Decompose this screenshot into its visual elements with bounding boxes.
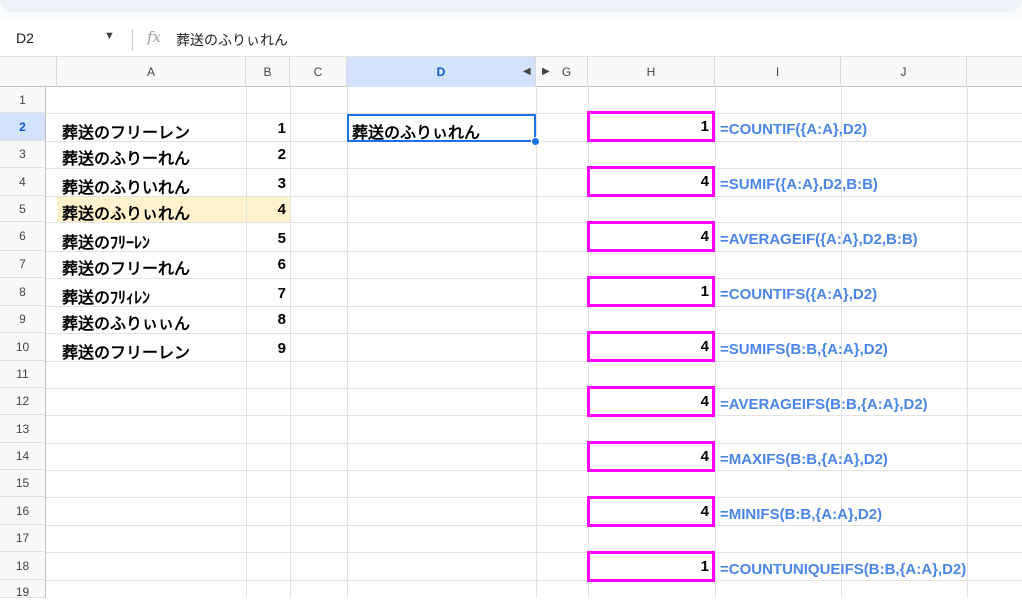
column-header-h[interactable]: H bbox=[588, 57, 715, 87]
row-header-16[interactable]: 16 bbox=[0, 497, 46, 525]
result-cell-h14[interactable]: 4 bbox=[587, 441, 715, 472]
cell-a9[interactable]: 葬送のふりぃぃん bbox=[62, 310, 190, 334]
row-header-1[interactable]: 1 bbox=[0, 87, 46, 113]
formula-label-8[interactable]: =MINIFS(B:B,{A:A},D2) bbox=[720, 506, 882, 523]
formula-input[interactable]: 葬送のふりぃれん bbox=[176, 30, 288, 50]
formula-label-6[interactable]: =AVERAGEIFS(B:B,{A:A},D2) bbox=[720, 396, 928, 413]
grid-hline bbox=[46, 306, 1022, 307]
cell-b6[interactable]: 5 bbox=[246, 230, 286, 247]
name-box[interactable]: D2 bbox=[16, 30, 34, 46]
grid-hline bbox=[46, 497, 1022, 498]
collapse-left-icon[interactable]: ◀ bbox=[523, 66, 531, 77]
cell-a10[interactable]: 葬送のフリーレン bbox=[62, 339, 190, 363]
grid-hline bbox=[46, 361, 1022, 362]
formula-label-2[interactable]: =SUMIF({A:A},D2,B:B) bbox=[720, 176, 878, 193]
row-header-2[interactable]: 2 bbox=[0, 113, 46, 141]
fx-icon: fx bbox=[147, 28, 162, 46]
grid-hline bbox=[46, 278, 1022, 279]
cell-a5[interactable]: 葬送のふりぃれん bbox=[62, 200, 190, 224]
result-cell-h4[interactable]: 4 bbox=[587, 166, 715, 197]
result-cell-h18[interactable]: 1 bbox=[587, 551, 715, 582]
cell-b8[interactable]: 7 bbox=[246, 285, 286, 302]
cell-a7[interactable]: 葬送のフリーれん bbox=[62, 255, 190, 279]
result-cell-h2[interactable]: 1 bbox=[587, 111, 715, 142]
column-header-c[interactable]: C bbox=[290, 57, 347, 87]
column-header-i[interactable]: I bbox=[715, 57, 841, 87]
row-header-4[interactable]: 4 bbox=[0, 168, 46, 196]
column-header-b[interactable]: B bbox=[246, 57, 290, 87]
grid-hline bbox=[46, 333, 1022, 334]
grid-hline bbox=[46, 552, 1022, 553]
cell-b5[interactable]: 4 bbox=[246, 201, 286, 218]
row-header-15[interactable]: 15 bbox=[0, 470, 46, 497]
name-box-dropdown-icon[interactable]: ▼ bbox=[104, 30, 115, 42]
grid-hline bbox=[46, 580, 1022, 581]
cell-a3[interactable]: 葬送のふりーれん bbox=[62, 145, 190, 169]
select-all-corner[interactable] bbox=[0, 57, 57, 87]
grid-hline bbox=[46, 443, 1022, 444]
result-cell-h16[interactable]: 4 bbox=[587, 496, 715, 527]
cell-b3[interactable]: 2 bbox=[246, 146, 286, 163]
row-header-10[interactable]: 10 bbox=[0, 333, 46, 361]
row-header-17[interactable]: 17 bbox=[0, 525, 46, 552]
toolbar-edge bbox=[0, 0, 1022, 12]
grid-hline bbox=[46, 388, 1022, 389]
row-header-13[interactable]: 13 bbox=[0, 415, 46, 443]
formula-label-7[interactable]: =MAXIFS(B:B,{A:A},D2) bbox=[720, 451, 888, 468]
cell-a4[interactable]: 葬送のふりいれん bbox=[62, 174, 190, 198]
result-cell-h12[interactable]: 4 bbox=[587, 386, 715, 417]
column-headers: A B C D G H I J bbox=[0, 57, 1022, 87]
column-header-d[interactable]: D bbox=[347, 57, 536, 87]
expand-right-icon[interactable]: ▶ bbox=[542, 66, 550, 77]
cell-b7[interactable]: 6 bbox=[246, 256, 286, 273]
formula-label-1[interactable]: =COUNTIF({A:A},D2) bbox=[720, 121, 867, 138]
row-header-3[interactable]: 3 bbox=[0, 141, 46, 168]
fill-handle[interactable] bbox=[531, 137, 540, 146]
result-cell-h6[interactable]: 4 bbox=[587, 221, 715, 252]
grid-hline bbox=[46, 251, 1022, 252]
cell-a2[interactable]: 葬送のフリーレン bbox=[62, 119, 190, 143]
column-header-j[interactable]: J bbox=[841, 57, 967, 87]
result-cell-h8[interactable]: 1 bbox=[587, 276, 715, 307]
cell-a6[interactable]: 葬送のﾌﾘｰﾚﾝ bbox=[62, 229, 150, 253]
row-header-8[interactable]: 8 bbox=[0, 278, 46, 306]
grid-hline bbox=[46, 196, 1022, 197]
row-header-6[interactable]: 6 bbox=[0, 222, 46, 251]
cell-a8[interactable]: 葬送のﾌﾘｨﾚﾝ bbox=[62, 284, 150, 308]
row-header-11[interactable]: 11 bbox=[0, 361, 46, 388]
row-header-5[interactable]: 5 bbox=[0, 196, 46, 222]
row-header-19[interactable]: 19 bbox=[0, 580, 46, 599]
cell-b2[interactable]: 1 bbox=[246, 120, 286, 137]
row-header-9[interactable]: 9 bbox=[0, 306, 46, 333]
cell-d2-value: 葬送のふりぃれん bbox=[352, 125, 481, 142]
column-header-a[interactable]: A bbox=[57, 57, 246, 87]
grid-vline bbox=[715, 87, 716, 598]
cell-b9[interactable]: 8 bbox=[246, 311, 286, 328]
grid-vline bbox=[536, 87, 537, 598]
result-cell-h10[interactable]: 4 bbox=[587, 331, 715, 362]
formula-label-5[interactable]: =SUMIFS(B:B,{A:A},D2) bbox=[720, 341, 888, 358]
column-header-g-label: G bbox=[561, 65, 572, 79]
grid-vline bbox=[967, 87, 968, 598]
formula-label-3[interactable]: =AVERAGEIF({A:A},D2,B:B) bbox=[720, 231, 918, 248]
row-header-12[interactable]: 12 bbox=[0, 388, 46, 415]
cell-b4[interactable]: 3 bbox=[246, 175, 286, 192]
row-header-7[interactable]: 7 bbox=[0, 251, 46, 278]
grid-hline bbox=[46, 168, 1022, 169]
grid-hline bbox=[46, 525, 1022, 526]
grid-hline bbox=[46, 470, 1022, 471]
grid-hline bbox=[46, 222, 1022, 223]
formula-bar-divider bbox=[132, 29, 133, 51]
grid-vline bbox=[347, 87, 348, 598]
formula-label-9[interactable]: =COUNTUNIQUEIFS(B:B,{A:A},D2) bbox=[720, 561, 966, 578]
row-header-14[interactable]: 14 bbox=[0, 443, 46, 470]
cell-b10[interactable]: 9 bbox=[246, 340, 286, 357]
row-header-18[interactable]: 18 bbox=[0, 552, 46, 580]
grid-hline bbox=[46, 415, 1022, 416]
formula-label-4[interactable]: =COUNTIFS({A:A},D2) bbox=[720, 286, 877, 303]
grid-vline bbox=[290, 87, 291, 598]
